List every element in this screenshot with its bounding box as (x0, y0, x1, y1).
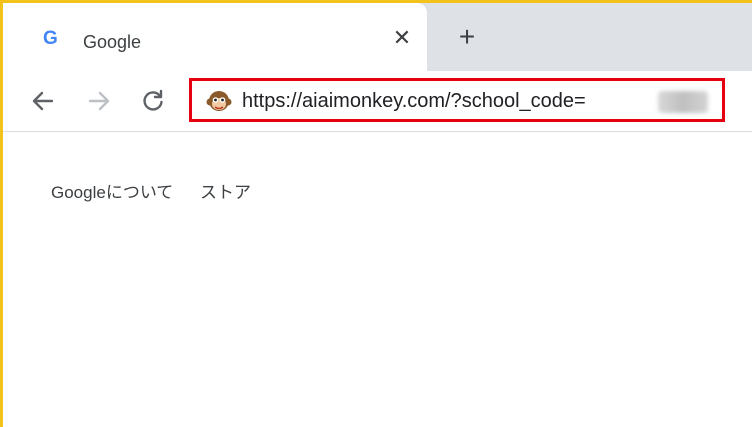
link-store[interactable]: ストア (200, 183, 251, 202)
tab-title: Google (83, 32, 142, 52)
reload-icon[interactable] (139, 87, 167, 115)
page-content: Googleについて ストア (3, 132, 752, 427)
back-arrow-icon[interactable] (29, 87, 57, 115)
address-bar[interactable]: https://aiaimonkey.com/?school_code= (189, 78, 725, 122)
link-about-google[interactable]: Googleについて (51, 183, 173, 202)
tab-strip: G Google ✕ + (3, 3, 752, 71)
url-text: https://aiaimonkey.com/?school_code= (242, 90, 586, 112)
forward-arrow-icon[interactable] (85, 87, 113, 115)
new-tab-icon[interactable]: + (455, 23, 479, 51)
redacted-school-code (658, 91, 708, 113)
browser-window: G Google ✕ + https://aiaimonkey.com/?sch… (0, 0, 752, 427)
close-tab-icon[interactable]: ✕ (391, 27, 413, 49)
google-favicon-icon: G (43, 28, 58, 49)
tab-google[interactable]: G Google ✕ (3, 3, 427, 71)
monkey-icon (206, 91, 232, 111)
google-header-links: Googleについて ストア (51, 178, 273, 203)
browser-toolbar: https://aiaimonkey.com/?school_code= (3, 71, 752, 132)
